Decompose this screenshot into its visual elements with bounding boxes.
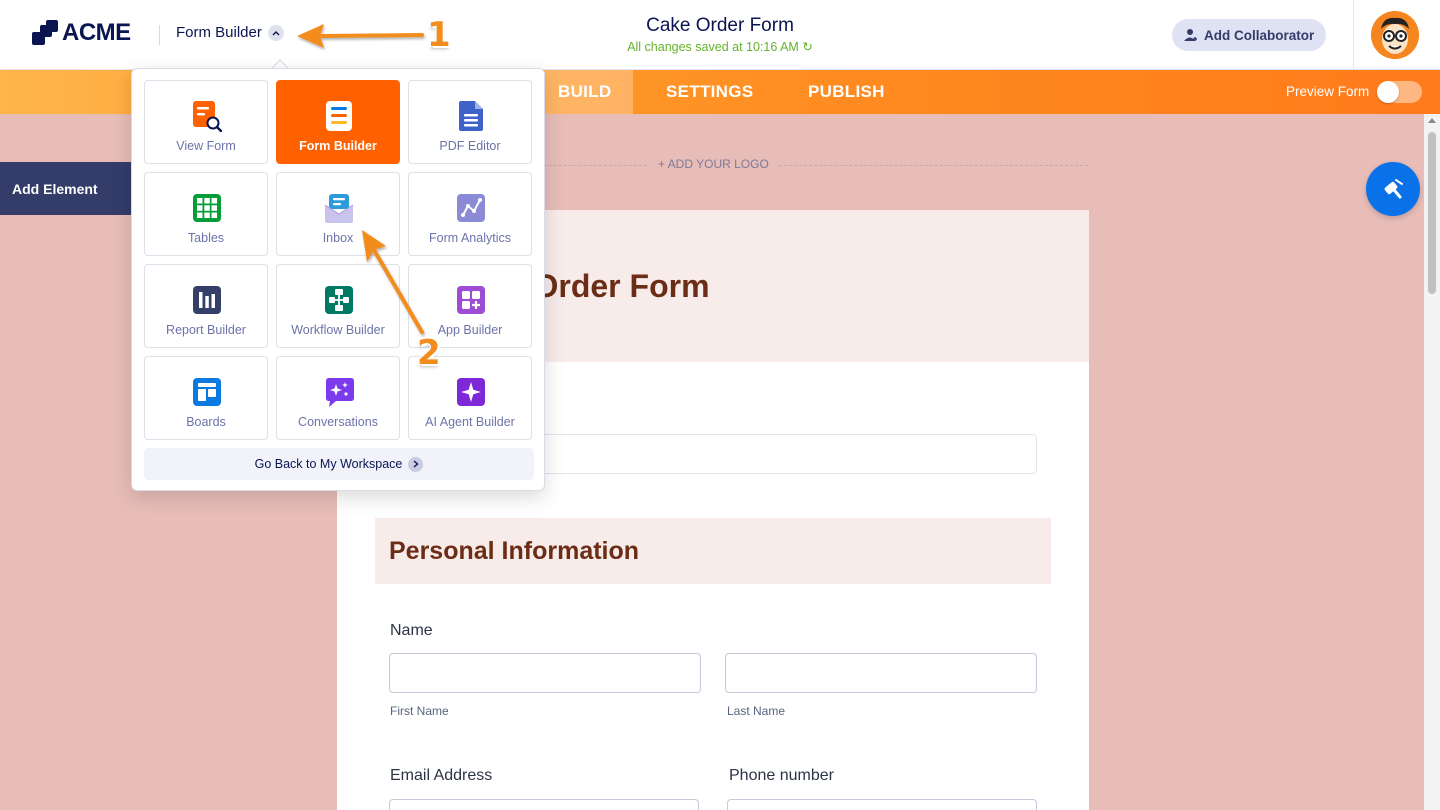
app-tile-label: Report Builder [166, 323, 246, 337]
app-tile-label: Workflow Builder [291, 323, 385, 337]
header-divider-right [1353, 0, 1354, 70]
email-label: Email Address [390, 767, 493, 784]
avatar-face-icon [1371, 11, 1419, 59]
tab-settings[interactable]: SETTINGS [666, 70, 753, 114]
app-tile-tables[interactable]: Tables [144, 172, 268, 256]
save-status: All changes saved at 10:16 AM ↻ [520, 39, 920, 54]
form-designer-button[interactable] [1366, 162, 1420, 216]
analytics-icon [457, 194, 485, 222]
app-tile-label: Form Analytics [429, 231, 511, 245]
annotation-step-1: 1 [427, 15, 451, 55]
product-switcher-dropdown: View Form Form Builder PDF Editor Tables… [131, 68, 545, 491]
phone-input[interactable] [727, 799, 1037, 810]
preview-form-toggle[interactable] [1377, 81, 1422, 103]
form-builder-icon [326, 101, 352, 131]
ai-agent-icon [457, 378, 485, 406]
app-tile-form-builder[interactable]: Form Builder [276, 80, 400, 164]
scrollbar-thumb[interactable] [1428, 132, 1436, 294]
top-header: ACME Form Builder Cake Order Form All ch… [0, 0, 1440, 70]
chevron-right-icon [408, 456, 424, 472]
product-switcher-label: Form Builder [176, 24, 262, 41]
form-title-area: Cake Order Form All changes saved at 10:… [520, 15, 920, 54]
app-tile-boards[interactable]: Boards [144, 356, 268, 440]
app-builder-icon [457, 286, 485, 314]
user-avatar[interactable] [1371, 11, 1419, 59]
app-tile-conversations[interactable]: Conversations [276, 356, 400, 440]
tab-publish[interactable]: PUBLISH [808, 70, 885, 114]
product-switcher[interactable]: Form Builder [176, 24, 284, 41]
toggle-knob [1377, 81, 1399, 103]
go-back-workspace-button[interactable]: Go Back to My Workspace [144, 448, 534, 480]
section-heading: Personal Information [389, 537, 640, 565]
tables-icon [193, 194, 221, 222]
app-tile-label: PDF Editor [439, 139, 501, 153]
scroll-up-arrow-icon[interactable] [1428, 118, 1436, 123]
app-tile-inbox[interactable]: Inbox [276, 172, 400, 256]
app-tile-view-form[interactable]: View Form [144, 80, 268, 164]
chevron-up-icon[interactable] [267, 24, 284, 41]
app-tile-label: Boards [186, 415, 226, 429]
section-heading-block[interactable]: Personal Information [375, 518, 1051, 584]
phone-label: Phone number [729, 767, 834, 784]
go-back-label: Go Back to My Workspace [254, 457, 403, 471]
annotation-step-2: 2 [417, 333, 441, 373]
last-name-input[interactable] [725, 653, 1037, 693]
app-tile-label: AI Agent Builder [425, 415, 515, 429]
app-tile-label: Inbox [322, 231, 354, 245]
brand-logo-icon [32, 20, 58, 46]
pdf-editor-icon [459, 101, 483, 131]
add-collaborator-label: Add Collaborator [1204, 27, 1315, 43]
conversations-icon [326, 378, 354, 407]
app-tile-label: View Form [176, 139, 236, 153]
view-form-icon [193, 101, 222, 132]
app-tile-pdf-editor[interactable]: PDF Editor [408, 80, 532, 164]
email-input[interactable] [389, 799, 699, 810]
name-label: Name [390, 622, 433, 639]
add-collaborator-button[interactable]: Add Collaborator [1172, 19, 1327, 51]
app-tile-report-builder[interactable]: Report Builder [144, 264, 268, 348]
paint-roller-icon [1384, 179, 1403, 199]
first-name-input[interactable] [389, 653, 701, 693]
boards-icon [193, 378, 221, 406]
add-logo-link[interactable]: + ADD YOUR LOGO [648, 157, 779, 171]
brand-name: ACME [62, 19, 131, 46]
tab-build[interactable]: BUILD [536, 70, 634, 114]
form-title[interactable]: Cake Order Form [520, 15, 920, 37]
refresh-icon: ↻ [802, 40, 813, 54]
last-name-sublabel: Last Name [727, 704, 786, 718]
app-tile-workflow-builder[interactable]: Workflow Builder [276, 264, 400, 348]
save-status-text: All changes saved at 10:16 AM [627, 40, 799, 54]
app-tile-form-analytics[interactable]: Form Analytics [408, 172, 532, 256]
preview-form-label: Preview Form [1286, 84, 1370, 99]
app-tile-label: Conversations [298, 415, 378, 429]
app-tile-label: Form Builder [299, 139, 377, 153]
add-element-button[interactable]: Add Element [0, 162, 140, 215]
header-divider [159, 25, 160, 45]
first-name-sublabel: First Name [390, 704, 449, 718]
report-builder-icon [193, 286, 221, 314]
workflow-icon [325, 286, 353, 314]
brand-logo[interactable]: ACME [32, 19, 131, 47]
add-element-label: Add Element [12, 180, 98, 197]
user-plus-icon [1184, 29, 1197, 41]
app-tile-label: Tables [187, 231, 225, 245]
inbox-icon [324, 194, 354, 223]
